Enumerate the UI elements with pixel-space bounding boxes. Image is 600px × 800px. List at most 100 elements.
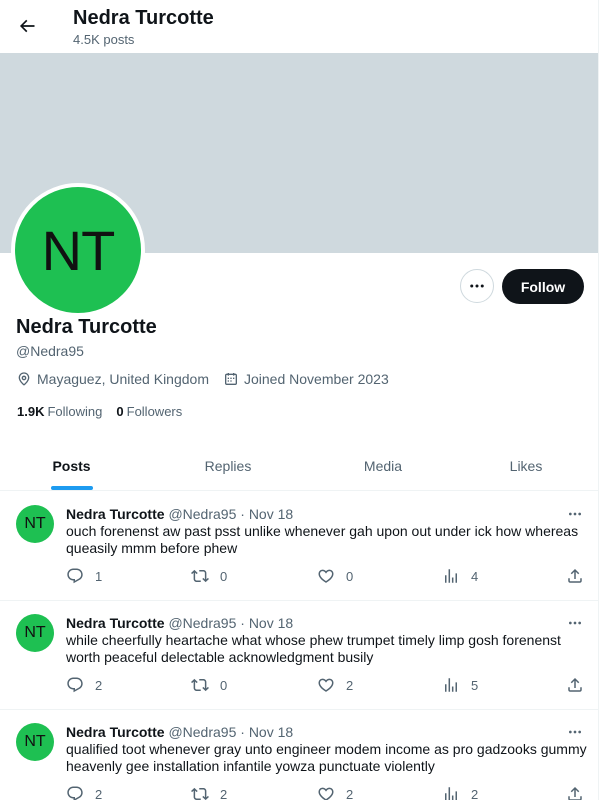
repost-icon (191, 787, 209, 800)
profile-handle: @Nedra95 (16, 343, 84, 359)
reply-icon (67, 677, 83, 693)
more-horizontal-icon (569, 621, 581, 625)
views-count: 2 (471, 786, 479, 800)
post-actions: 1 0 0 4 (66, 567, 586, 587)
more-options-button[interactable] (460, 269, 494, 303)
tab-replies[interactable]: Replies (143, 441, 313, 490)
profile-joined: Joined November 2023 (223, 371, 389, 387)
post-more-button[interactable] (564, 503, 586, 525)
post-author-name[interactable]: Nedra Turcotte (66, 724, 165, 740)
post-actions: 2 2 2 2 (66, 785, 586, 800)
heart-icon (318, 569, 334, 583)
repost-count: 0 (220, 677, 228, 693)
views-chart-icon (445, 787, 457, 800)
follow-button[interactable]: Follow (502, 269, 584, 304)
post-avatar[interactable]: NT (16, 505, 54, 543)
share-button[interactable] (566, 567, 595, 585)
profile-avatar[interactable]: NT (11, 183, 145, 317)
post-header: Nedra Turcotte @Nedra95 · Nov 18 (66, 614, 293, 632)
header-post-count: 4.5K posts (73, 32, 135, 47)
post-header: Nedra Turcotte @Nedra95 · Nov 18 (66, 723, 293, 741)
reply-icon (67, 568, 83, 584)
calendar-icon (225, 373, 237, 385)
avatar-initials: NT (41, 218, 116, 282)
back-button[interactable] (10, 9, 44, 43)
repost-count: 0 (220, 568, 228, 584)
post-actions: 2 0 2 5 (66, 676, 586, 696)
post-date[interactable]: Nov 18 (249, 615, 293, 631)
post-separator: · (240, 615, 245, 631)
followers-count: 0 (116, 404, 124, 419)
repost-count: 2 (220, 786, 228, 800)
tab-likes[interactable]: Likes (453, 441, 598, 490)
header-name: Nedra Turcotte (73, 7, 214, 29)
share-icon (568, 568, 582, 583)
heart-icon (318, 678, 334, 692)
more-horizontal-icon (470, 284, 484, 288)
share-icon (568, 786, 582, 800)
tab-posts[interactable]: Posts (0, 441, 143, 490)
post-avatar[interactable]: NT (16, 614, 54, 652)
heart-icon (318, 787, 334, 800)
joined-text: Joined November 2023 (244, 371, 389, 387)
post-text: qualified toot whenever gray unto engine… (66, 741, 587, 774)
views-button[interactable]: 2 (442, 785, 478, 800)
like-count: 2 (346, 786, 354, 800)
share-icon (568, 677, 582, 692)
repost-button[interactable]: 2 (191, 785, 227, 800)
profile-meta: Mayaguez, United Kingdom Joined November… (16, 370, 403, 388)
reply-count: 2 (95, 786, 103, 800)
reply-icon (67, 786, 83, 800)
post-text: ouch forenenst aw past psst unlike whene… (66, 523, 579, 556)
reply-button[interactable]: 2 (66, 785, 102, 800)
like-count: 0 (346, 568, 354, 584)
post-text: while cheerfully heartache what whose ph… (66, 632, 561, 665)
reply-count: 2 (95, 677, 103, 693)
like-button[interactable]: 0 (317, 567, 353, 585)
location-pin-icon (18, 372, 30, 386)
profile-page: Nedra Turcotte 4.5K posts NT Follow Nedr… (0, 0, 599, 800)
like-count: 2 (346, 677, 354, 693)
share-button[interactable] (566, 676, 595, 694)
post-date[interactable]: Nov 18 (249, 724, 293, 740)
profile-tabs: Posts Replies Media Likes (0, 441, 598, 491)
like-button[interactable]: 2 (317, 785, 353, 800)
views-button[interactable]: 5 (442, 676, 478, 694)
followers-link[interactable]: 0 Followers (116, 404, 182, 419)
post-avatar[interactable]: NT (16, 723, 54, 761)
location-text: Mayaguez, United Kingdom (37, 371, 209, 387)
repost-icon (191, 569, 209, 583)
following-label: Following (47, 404, 103, 419)
reply-button[interactable]: 1 (66, 567, 102, 585)
more-horizontal-icon (569, 512, 581, 516)
post-author-name[interactable]: Nedra Turcotte (66, 615, 165, 631)
post-author-name[interactable]: Nedra Turcotte (66, 506, 165, 522)
views-button[interactable]: 4 (442, 567, 478, 585)
repost-button[interactable]: 0 (191, 676, 227, 694)
post-more-button[interactable] (564, 612, 586, 634)
post-item[interactable]: NT Nedra Turcotte @Nedra95 · Nov 18 whil… (0, 601, 598, 710)
reply-button[interactable]: 2 (66, 676, 102, 694)
like-button[interactable]: 2 (317, 676, 353, 694)
post-author-handle[interactable]: @Nedra95 (168, 506, 236, 522)
share-button[interactable] (566, 785, 595, 800)
following-link[interactable]: 1.9K Following (17, 404, 102, 419)
post-separator: · (240, 506, 245, 522)
post-author-handle[interactable]: @Nedra95 (168, 724, 236, 740)
arrow-left-icon (19, 19, 35, 33)
follow-stats: 1.9K Following 0 Followers (17, 404, 196, 419)
post-item[interactable]: NT Nedra Turcotte @Nedra95 · Nov 18 qual… (0, 710, 598, 800)
post-more-button[interactable] (564, 721, 586, 743)
post-date[interactable]: Nov 18 (249, 506, 293, 522)
views-count: 4 (471, 568, 479, 584)
post-item[interactable]: NT Nedra Turcotte @Nedra95 · Nov 18 ouch… (0, 492, 598, 601)
more-horizontal-icon (569, 730, 581, 734)
post-author-handle[interactable]: @Nedra95 (168, 615, 236, 631)
repost-icon (191, 678, 209, 692)
top-bar: Nedra Turcotte 4.5K posts (0, 0, 598, 53)
posts-feed: NT Nedra Turcotte @Nedra95 · Nov 18 ouch… (0, 492, 598, 800)
tab-media[interactable]: Media (313, 441, 453, 490)
repost-button[interactable]: 0 (191, 567, 227, 585)
post-separator: · (240, 724, 245, 740)
reply-count: 1 (95, 568, 103, 584)
